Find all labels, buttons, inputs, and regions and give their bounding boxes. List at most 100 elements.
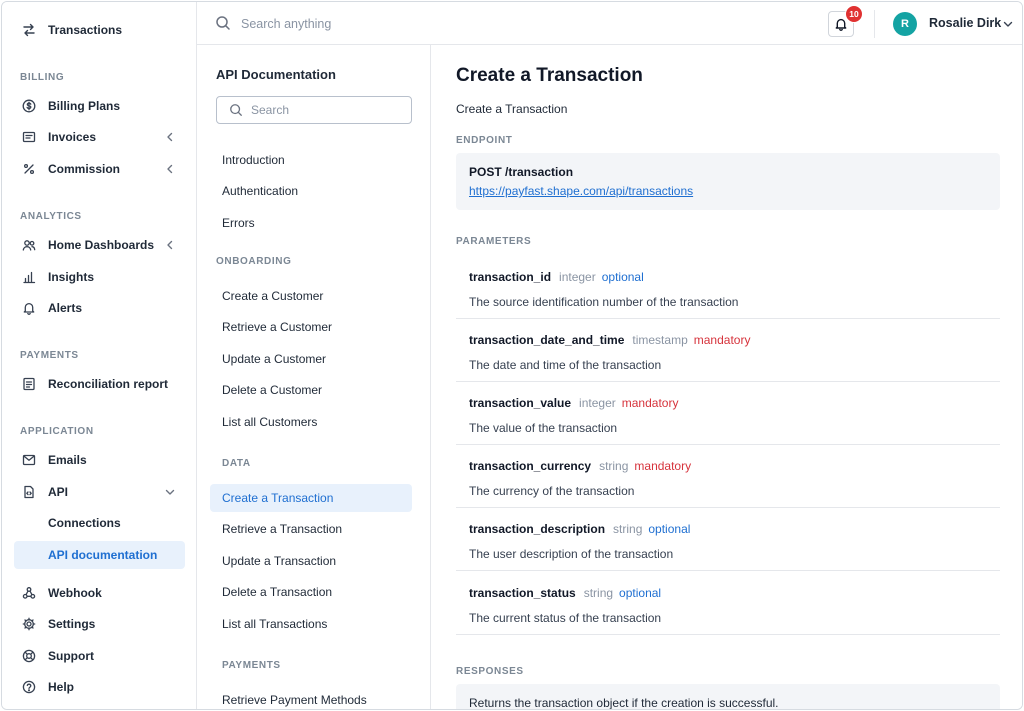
- notification-count-badge: 10: [845, 5, 863, 23]
- bar-chart-icon: [22, 270, 36, 284]
- parameter-description: The date and time of the transaction: [469, 358, 662, 372]
- app-window: Transactions BILLING Billing Plans Invoi…: [1, 1, 1023, 710]
- endpoint-url-link[interactable]: https://payfast.shape.com/api/transactio…: [469, 184, 693, 198]
- parameter-name-text: transaction_id: [469, 270, 552, 284]
- section-label-analytics: ANALYTICS: [20, 211, 82, 222]
- sidebar-item-commission[interactable]: Commission: [14, 155, 185, 183]
- parameter-row: transaction_description string optional Th…: [456, 508, 1000, 571]
- sidebar-item-transactions[interactable]: Transactions: [14, 16, 185, 44]
- doc-link-errors[interactable]: Errors: [210, 209, 412, 237]
- sidebar-item-settings[interactable]: Settings: [14, 610, 185, 638]
- main-content: Create a Transaction Create a Transactio…: [432, 45, 1022, 709]
- parameter-type: string: [599, 459, 629, 473]
- endpoint-method: POST /transaction: [469, 165, 574, 179]
- sidebar-item-insights[interactable]: Insights: [14, 263, 185, 291]
- parameter-description: The current status of the transaction: [469, 611, 662, 625]
- user-name[interactable]: Rosalie Dirk: [929, 16, 1001, 30]
- parameter-type: string: [613, 522, 643, 536]
- page-title: Create a Transaction: [456, 65, 643, 86]
- sidebar-item-label: Insights: [48, 270, 95, 284]
- doc-link-authentication[interactable]: Authentication: [210, 177, 412, 205]
- docs-navigation: API Documentation Introduction Authentic…: [197, 45, 431, 709]
- chevron-left-icon: [163, 162, 177, 176]
- sidebar-item-label: Webhook: [48, 586, 102, 600]
- top-bar: 10 R Rosalie Dirk: [197, 2, 1022, 45]
- help-circle-icon: [22, 680, 36, 694]
- doc-link-retrieve-customer[interactable]: Retrieve a Customer: [210, 313, 412, 341]
- arrows-swap-icon: [22, 23, 36, 37]
- invoice-icon: [22, 130, 36, 144]
- docs-search-input[interactable]: [251, 102, 401, 118]
- doc-link-create-customer[interactable]: Create a Customer: [210, 282, 412, 310]
- global-search-input[interactable]: [241, 14, 561, 34]
- doc-link-update-customer[interactable]: Update a Customer: [210, 345, 412, 373]
- doc-section-data: DATA: [222, 458, 251, 469]
- parameter-row: transaction_date_and_time timestamp mandat…: [456, 319, 1000, 382]
- chevron-left-icon: [163, 130, 177, 144]
- doc-link-delete-customer[interactable]: Delete a Customer: [210, 376, 412, 404]
- parameter-row: transaction_id integer optional The source…: [456, 256, 1000, 319]
- doc-link-update-transaction[interactable]: Update a Transaction: [210, 547, 412, 575]
- search-icon: [215, 15, 231, 31]
- parameter-type: string: [583, 586, 614, 600]
- sidebar-item-webhook[interactable]: Webhook: [14, 579, 185, 607]
- sidebar-item-api-documentation[interactable]: API documentation: [14, 541, 185, 569]
- document-code-icon: [22, 485, 36, 499]
- doc-section-onboarding: ONBOARDING: [216, 256, 292, 267]
- report-icon: [22, 377, 36, 391]
- sidebar-item-invoices[interactable]: Invoices: [14, 123, 185, 151]
- bell-icon: [22, 301, 36, 315]
- doc-link-introduction[interactable]: Introduction: [210, 146, 412, 174]
- parameter-row: transaction_status string optional The cur…: [456, 572, 1000, 635]
- sidebar-item-api[interactable]: API: [14, 478, 185, 506]
- doc-link-retrieve-transaction[interactable]: Retrieve a Transaction: [210, 515, 412, 543]
- responses-box: Returns the transaction object if the cr…: [456, 684, 1000, 709]
- parameter-requirement: mandatory: [621, 396, 679, 410]
- parameter-type: timestamp: [632, 333, 688, 347]
- sidebar-item-alerts[interactable]: Alerts: [14, 294, 185, 322]
- sidebar-item-label: Alerts: [48, 301, 83, 315]
- parameter-requirement: mandatory: [693, 333, 751, 347]
- endpoint-label: ENDPOINT: [456, 135, 513, 146]
- parameter-name-text: transaction_date_and_time: [469, 333, 625, 347]
- webhook-icon: [22, 586, 36, 600]
- dollar-circle-icon: [22, 99, 36, 113]
- parameter-name: transaction_date_and_time timestamp mandat…: [469, 333, 750, 347]
- parameter-type: integer: [559, 270, 596, 284]
- users-icon: [22, 238, 36, 252]
- section-label-billing: BILLING: [20, 72, 65, 83]
- parameter-name-text: transaction_currency: [469, 459, 592, 473]
- doc-link-list-customers[interactable]: List all Customers: [210, 408, 412, 436]
- docs-title: API Documentation: [216, 67, 336, 82]
- avatar[interactable]: R: [893, 12, 917, 36]
- search-icon: [229, 103, 243, 117]
- parameters-label: PARAMETERS: [456, 236, 532, 247]
- sidebar-item-label: Reconciliation report: [48, 377, 169, 391]
- sidebar-item-label: Commission: [48, 162, 121, 176]
- sidebar-item-label: Connections: [48, 516, 121, 530]
- parameter-requirement: optional: [619, 586, 662, 600]
- parameter-type: integer: [579, 396, 616, 410]
- sidebar-item-label: Billing Plans: [48, 99, 121, 113]
- sidebar-item-reconciliation-report[interactable]: Reconciliation report: [14, 370, 185, 398]
- sidebar-item-label: Support: [48, 649, 94, 663]
- sidebar: Transactions BILLING Billing Plans Invoi…: [2, 2, 197, 709]
- sidebar-item-label: Help: [48, 680, 75, 694]
- sidebar-item-home-dashboards[interactable]: Home Dashboards: [14, 231, 185, 259]
- sidebar-item-emails[interactable]: Emails: [14, 446, 185, 474]
- doc-link-list-transactions[interactable]: List all Transactions: [210, 610, 412, 638]
- sidebar-item-help[interactable]: Help: [14, 673, 185, 701]
- responses-label: RESPONSES: [456, 666, 524, 677]
- doc-link-retrieve-payment-methods[interactable]: Retrieve Payment Methods: [210, 686, 412, 709]
- sidebar-item-connections[interactable]: Connections: [14, 509, 185, 537]
- sidebar-item-billing-plans[interactable]: Billing Plans: [14, 92, 185, 120]
- sidebar-item-support[interactable]: Support: [14, 642, 185, 670]
- mail-icon: [22, 453, 36, 467]
- doc-link-create-transaction[interactable]: Create a Transaction: [210, 484, 412, 512]
- sidebar-item-label: Transactions: [48, 23, 123, 37]
- docs-search[interactable]: [216, 96, 412, 124]
- parameter-requirement: optional: [601, 270, 644, 284]
- doc-link-delete-transaction[interactable]: Delete a Transaction: [210, 578, 412, 606]
- chevron-down-icon[interactable]: [1001, 17, 1015, 31]
- sidebar-item-label: Invoices: [48, 130, 97, 144]
